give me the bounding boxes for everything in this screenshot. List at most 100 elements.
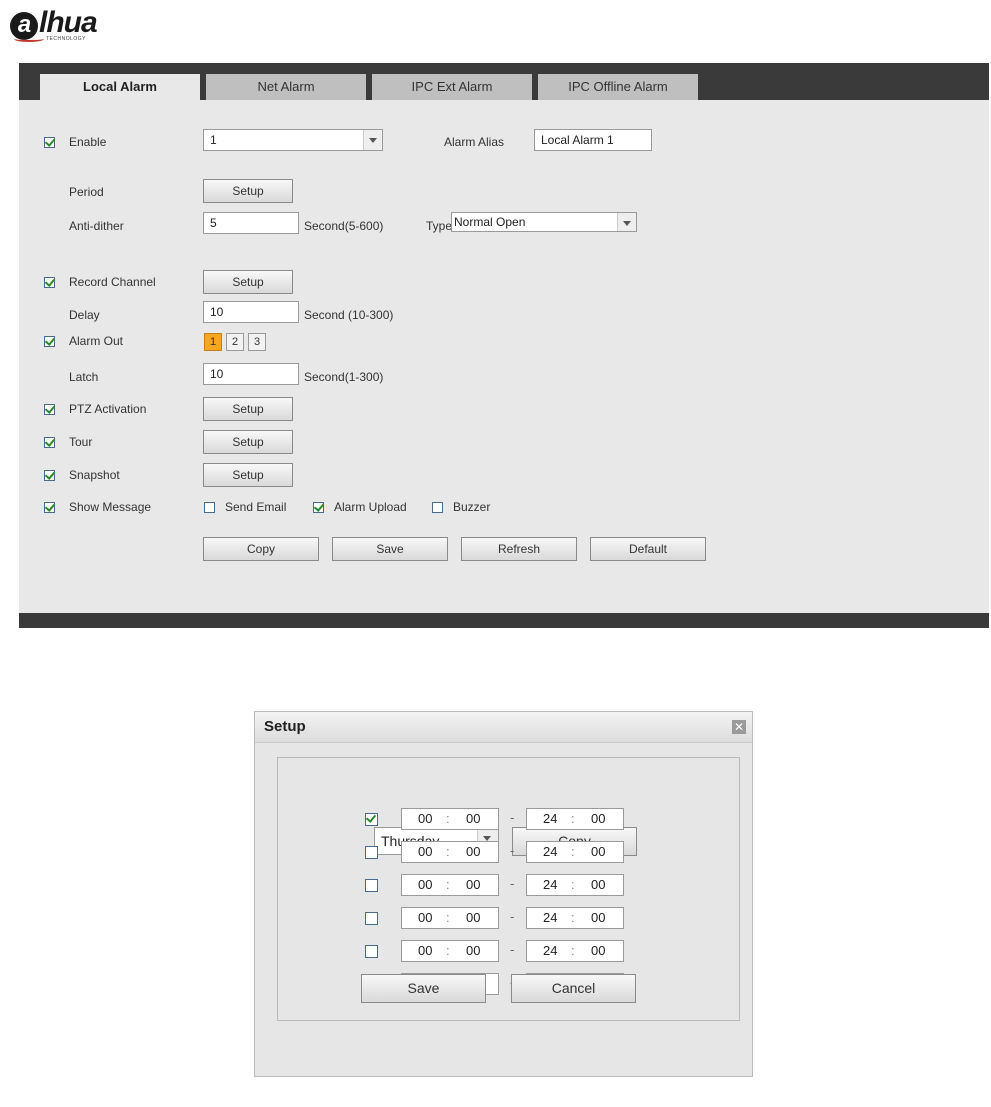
time-separator: : [571,844,575,859]
period-end-time[interactable]: 24: 00 [526,841,624,863]
alarm-out-3[interactable]: 3 [248,333,266,351]
logo-wordmark: a lhua [10,6,98,40]
antidither-input[interactable]: 5 [203,212,299,234]
minute-value: 00 [466,877,481,892]
period-checkbox[interactable] [365,813,378,826]
delay-unit: Second (10-300) [304,308,394,322]
dialog-title: Setup [264,718,306,735]
period-start-time[interactable]: 00:00 [401,841,499,863]
antidither-label: Anti-dither [69,219,124,233]
send-email-checkbox[interactable] [204,502,215,513]
minute-value: 00 [591,877,606,892]
minute-value: 00 [466,811,481,826]
channel-select[interactable]: 1 [203,129,383,151]
time-separator: : [571,811,575,826]
ptz-setup-button[interactable]: Setup [203,397,293,421]
alarm-out-checkbox[interactable] [44,336,55,347]
period-start-time[interactable]: 00:00 [401,808,499,830]
dialog-save-button[interactable]: Save [361,974,486,1003]
tab-net-alarm[interactable]: Net Alarm [206,74,366,100]
hour-value: 00 [418,877,433,892]
period-end-time[interactable]: 24: 00 [526,874,624,896]
tour-checkbox[interactable] [44,437,55,448]
hour-value: 00 [418,910,433,925]
minute-value: 00 [466,844,481,859]
snapshot-checkbox[interactable] [44,470,55,481]
ptz-checkbox[interactable] [44,404,55,415]
default-button[interactable]: Default [590,537,706,561]
period-start-time[interactable]: 00:00 [401,907,499,929]
period-end-time[interactable]: 24: 00 [526,907,624,929]
period-checkbox[interactable] [365,846,378,859]
period-checkbox[interactable] [365,945,378,958]
alarm-upload-checkbox[interactable] [313,502,324,513]
hour-value: 24 [543,811,558,826]
time-separator: : [571,877,575,892]
enable-checkbox[interactable] [44,137,55,148]
minute-value: 00 [466,943,481,958]
period-checkbox[interactable] [365,879,378,892]
dialog-cancel-button[interactable]: Cancel [511,974,636,1003]
period-end-time[interactable]: 24: 00 [526,808,624,830]
record-setup-button[interactable]: Setup [203,270,293,294]
tour-setup-button[interactable]: Setup [203,430,293,454]
latch-input[interactable]: 10 [203,363,299,385]
range-separator: - [510,909,515,924]
latch-unit: Second(1-300) [304,370,384,384]
send-email-label: Send Email [225,500,287,514]
period-label: Period [69,185,104,199]
delay-label: Delay [69,308,100,322]
hour-value: 00 [418,943,433,958]
time-separator: : [446,811,450,826]
period-checkbox[interactable] [365,912,378,925]
record-channel-checkbox[interactable] [44,277,55,288]
chevron-down-icon [363,130,382,150]
period-setup-button[interactable]: Setup [203,179,293,203]
copy-button[interactable]: Copy [203,537,319,561]
buzzer-checkbox[interactable] [432,502,443,513]
time-separator: : [446,943,450,958]
alarm-out-1[interactable]: 1 [204,333,222,351]
period-start-time[interactable]: 00:00 [401,874,499,896]
save-button[interactable]: Save [332,537,448,561]
enable-label: Enable [69,135,107,149]
logo-text: lhua [39,6,98,39]
show-message-checkbox[interactable] [44,502,55,513]
tab-local-alarm[interactable]: Local Alarm [40,74,200,100]
buzzer-label: Buzzer [453,500,491,514]
close-icon[interactable]: ✕ [732,720,746,734]
period-end-time[interactable]: 24: 00 [526,940,624,962]
minute-value: 00 [466,910,481,925]
refresh-button[interactable]: Refresh [461,537,577,561]
record-channel-label: Record Channel [69,275,156,289]
time-separator: : [571,943,575,958]
period-start-time[interactable]: 00:00 [401,940,499,962]
chevron-down-icon [617,213,636,231]
alarm-panel: Local Alarm Net Alarm IPC Ext Alarm IPC … [19,63,989,628]
tab-bar: Local Alarm Net Alarm IPC Ext Alarm IPC … [40,74,704,100]
time-separator: : [446,910,450,925]
minute-value: 00 [591,943,606,958]
show-message-label: Show Message [69,500,152,514]
setup-dialog: Setup ✕ Thursday Copy 00:00-24:0000:00-2… [254,711,753,1077]
latch-label: Latch [69,370,99,384]
hour-value: 24 [543,877,558,892]
delay-input[interactable]: 10 [203,301,299,323]
tab-ipc-ext-alarm[interactable]: IPC Ext Alarm [372,74,532,100]
alarm-alias-input[interactable]: Local Alarm 1 [534,129,652,151]
logo-swoosh [14,36,44,42]
dahua-logo: a lhua TECHNOLOGY [10,6,130,46]
minute-value: 00 [591,844,606,859]
snapshot-label: Snapshot [69,468,120,482]
snapshot-setup-button[interactable]: Setup [203,463,293,487]
channel-select-value: 1 [210,133,217,147]
alarm-out-2[interactable]: 2 [226,333,244,351]
hour-value: 24 [543,910,558,925]
range-separator: - [510,810,515,825]
dialog-header: Setup ✕ [255,712,752,743]
tour-label: Tour [69,435,93,449]
range-separator: - [510,876,515,891]
range-separator: - [510,843,515,858]
type-select[interactable]: Normal Open [451,212,637,232]
tab-ipc-offline-alarm[interactable]: IPC Offline Alarm [538,74,698,100]
